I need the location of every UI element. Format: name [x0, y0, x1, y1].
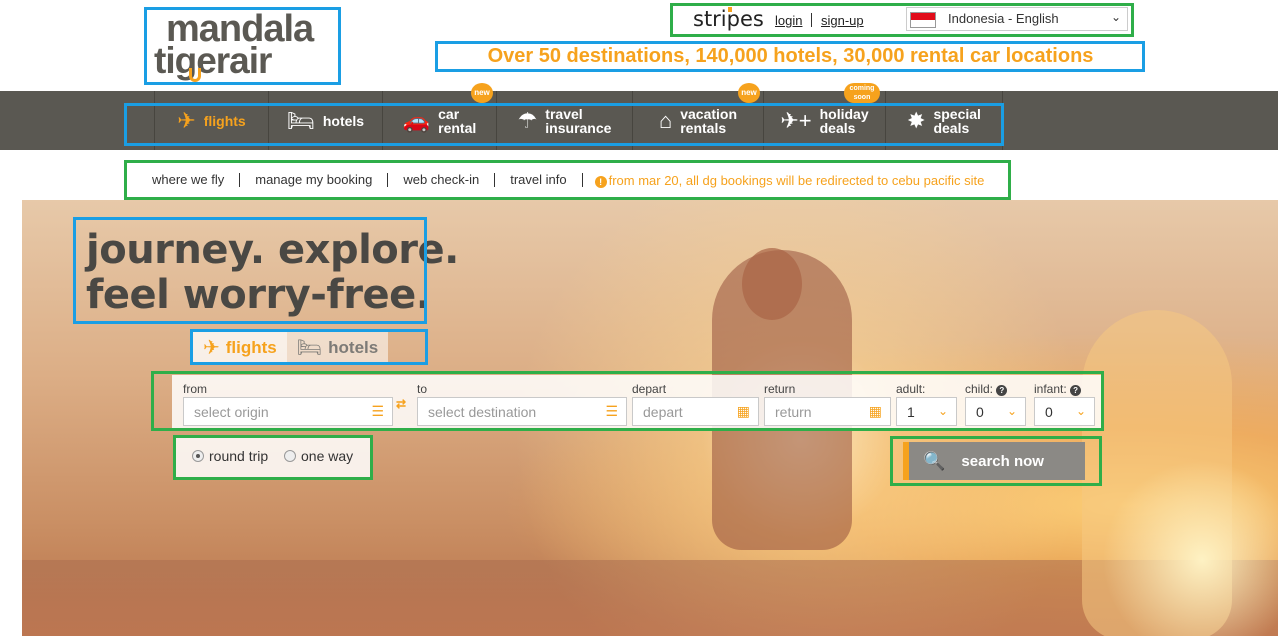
annotation-box-search — [890, 436, 1102, 486]
annotation-box-headline — [73, 217, 427, 324]
annotation-box-tagline — [435, 41, 1145, 72]
annotation-box-subnav — [124, 160, 1011, 200]
page: mandala tigerair stripes login sign-up I… — [0, 0, 1278, 636]
hero-man-head — [742, 248, 802, 320]
annotation-box-tabs — [190, 329, 428, 365]
new-badge: new — [738, 83, 760, 103]
annotation-box-trip-type — [173, 435, 373, 480]
coming-soon-badge: coming soon — [844, 83, 880, 103]
annotation-box-logo — [144, 7, 341, 85]
new-badge: new — [471, 83, 493, 103]
annotation-box-form — [151, 371, 1104, 431]
annotation-box-nav — [124, 103, 1004, 146]
annotation-box-topbar — [670, 3, 1134, 37]
